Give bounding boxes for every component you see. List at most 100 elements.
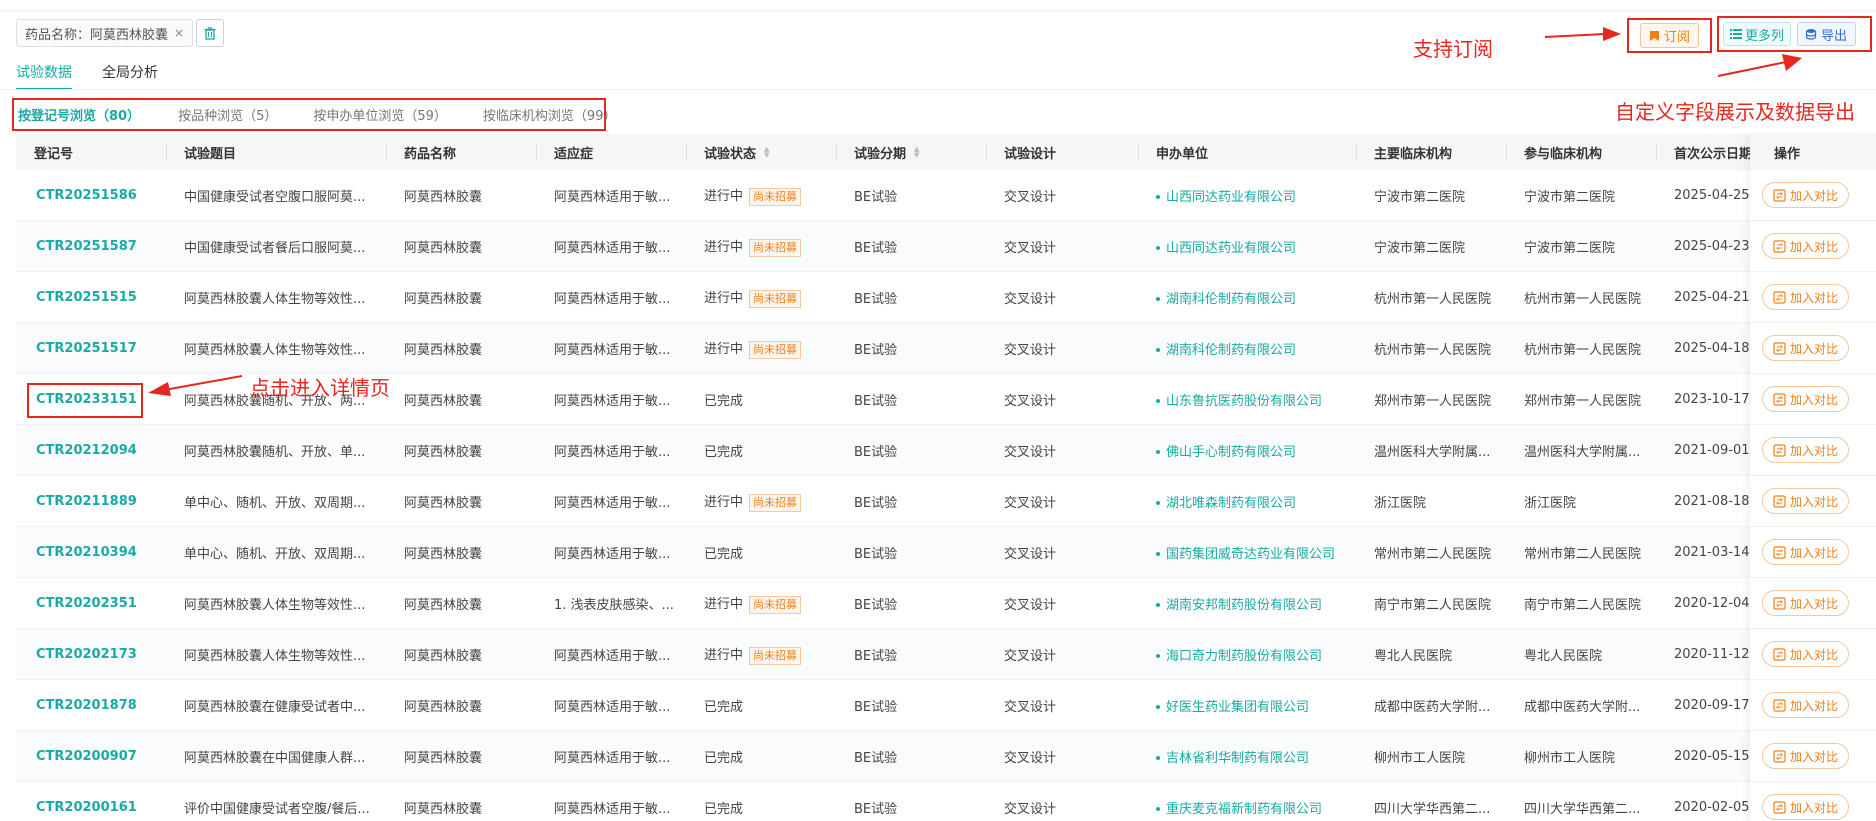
registration-number-link[interactable]: CTR20200907 (16, 749, 166, 764)
add-to-compare-button[interactable]: 加入对比 (1762, 182, 1850, 208)
table-row[interactable]: CTR20200907 阿莫西林胶囊在中国健康人群... 阿莫西林胶囊 阿莫西林适用于… (16, 731, 1876, 782)
registration-number-link[interactable]: CTR20210394 (16, 545, 166, 560)
add-to-compare-button[interactable]: 加入对比 (1762, 233, 1850, 259)
table-row[interactable]: CTR20202173 阿莫西林胶囊人体生物等效性... 阿莫西林胶囊 阿莫西林适用于… (16, 629, 1876, 680)
tab-by-variety[interactable]: 按品种浏览（5） (178, 105, 277, 124)
table-row[interactable]: CTR20211889 单中心、随机、开放、双周期... 阿莫西林胶囊 阿莫西林适用于… (16, 476, 1876, 527)
close-icon[interactable]: × (174, 26, 184, 40)
sponsor-link[interactable]: 湖南科伦制药有限公司 (1138, 288, 1356, 307)
registration-number-link[interactable]: CTR20251586 (16, 188, 166, 203)
sponsor-name: 国药集团威奇达药业有限公司 (1166, 546, 1336, 562)
filter-tag-drug-name[interactable]: 药品名称：阿莫西林胶囊 × (16, 19, 194, 47)
status-cell: 进行中 尚未招募 (686, 236, 836, 257)
compare-icon (1773, 290, 1786, 304)
col-header-phase[interactable]: 试验分期 ▲ ▼ (836, 134, 986, 170)
phase-cell: BE试验 (854, 699, 898, 715)
sponsor-link[interactable]: 佛山手心制药有限公司 (1138, 441, 1356, 460)
trial-title-cell: 阿莫西林胶囊人体生物等效性... (184, 648, 366, 664)
registration-number-link[interactable]: CTR20211889 (16, 494, 166, 509)
col-header-status[interactable]: 试验状态 ▲ ▼ (686, 134, 836, 170)
phase-cell: BE试验 (854, 546, 898, 562)
add-to-compare-button[interactable]: 加入对比 (1762, 794, 1850, 820)
col-header-indication: 适应症 (536, 134, 686, 170)
tab-by-sponsor[interactable]: 按申办单位浏览（59） (313, 105, 447, 124)
registration-number-link[interactable]: CTR20251587 (16, 239, 166, 254)
table-row[interactable]: CTR20251515 阿莫西林胶囊人体生物等效性... 阿莫西林胶囊 阿莫西林适用于… (16, 272, 1876, 323)
main-site-cell: 南宁市第二人民医院 (1374, 597, 1492, 613)
clear-filter-button[interactable] (196, 19, 224, 47)
table-row[interactable]: CTR20212094 阿莫西林胶囊随机、开放、单... 阿莫西林胶囊 阿莫西林适用于… (16, 425, 1876, 476)
bullet-icon (1156, 399, 1160, 403)
sponsor-link[interactable]: 湖南安邦制药股份有限公司 (1138, 594, 1356, 613)
sponsor-link[interactable]: 重庆麦克福新制药有限公司 (1138, 798, 1356, 817)
add-to-compare-button[interactable]: 加入对比 (1762, 539, 1850, 565)
tab-trial-data[interactable]: 试验数据 (16, 62, 72, 90)
main-site-cell: 粤北人民医院 (1374, 648, 1453, 664)
bullet-icon (1156, 450, 1160, 454)
registration-number-link[interactable]: CTR20212094 (16, 443, 166, 458)
tab-by-clinical-site[interactable]: 按临床机构浏览（99） (483, 105, 617, 124)
add-to-compare-button[interactable]: 加入对比 (1762, 488, 1850, 514)
add-to-compare-button[interactable]: 加入对比 (1762, 437, 1850, 463)
tab-global-analysis[interactable]: 全局分析 (102, 62, 158, 90)
add-to-compare-button[interactable]: 加入对比 (1762, 743, 1850, 769)
add-to-compare-button[interactable]: 加入对比 (1762, 335, 1850, 361)
sponsor-link[interactable]: 好医生药业集团有限公司 (1138, 696, 1356, 715)
table-row[interactable]: CTR20251587 中国健康受试者餐后口服阿莫... 阿莫西林胶囊 阿莫西林适用于… (16, 221, 1876, 272)
export-button[interactable]: 导出 (1797, 22, 1857, 46)
sponsor-name: 湖北唯森制药有限公司 (1166, 495, 1297, 511)
add-to-compare-label: 加入对比 (1790, 647, 1839, 662)
add-to-compare-button[interactable]: 加入对比 (1762, 590, 1850, 616)
add-to-compare-label: 加入对比 (1790, 596, 1839, 611)
table-row[interactable]: CTR20251517 阿莫西林胶囊人体生物等效性... 阿莫西林胶囊 阿莫西林适用于… (16, 323, 1876, 374)
table-row[interactable]: CTR20200161 评价中国健康受试者空腹/餐后... 阿莫西林胶囊 阿莫西林适用… (16, 782, 1876, 821)
sort-icon[interactable]: ▲ ▼ (764, 146, 769, 159)
design-cell: 交叉设计 (1004, 699, 1057, 715)
sponsor-name: 山西同达药业有限公司 (1166, 240, 1297, 256)
sponsor-link[interactable]: 湖北唯森制药有限公司 (1138, 492, 1356, 511)
tab-by-registration[interactable]: 按登记号浏览（80） (18, 105, 140, 124)
add-to-compare-button[interactable]: 加入对比 (1762, 641, 1850, 667)
table-row[interactable]: CTR20202351 阿莫西林胶囊人体生物等效性... 阿莫西林胶囊 1. 浅表皮肤… (16, 578, 1876, 629)
main-site-cell: 杭州市第一人民医院 (1374, 342, 1492, 358)
registration-number-link[interactable]: CTR20202351 (16, 596, 166, 611)
add-to-compare-button[interactable]: 加入对比 (1762, 386, 1850, 412)
bullet-icon (1156, 756, 1160, 760)
sites-cell: 杭州市第一人民医院 (1524, 342, 1642, 358)
table-body: CTR20251586 中国健康受试者空腹口服阿莫... 阿莫西林胶囊 阿莫西林适用于… (16, 170, 1876, 821)
add-to-compare-button[interactable]: 加入对比 (1762, 692, 1850, 718)
registration-number-link[interactable]: CTR20201878 (16, 698, 166, 713)
registration-number-link[interactable]: CTR20251515 (16, 290, 166, 305)
sponsor-link[interactable]: 海口奇力制药股份有限公司 (1138, 645, 1356, 664)
sponsor-link[interactable]: 山东鲁抗医药股份有限公司 (1138, 390, 1356, 409)
design-cell: 交叉设计 (1004, 342, 1057, 358)
registration-number-link[interactable]: CTR20202173 (16, 647, 166, 662)
sponsor-link[interactable]: 国药集团威奇达药业有限公司 (1138, 543, 1356, 562)
status-cell: 已完成 (686, 390, 836, 409)
sponsor-link[interactable]: 山西同达药业有限公司 (1138, 186, 1356, 205)
status-cell: 进行中 尚未招募 (686, 185, 836, 206)
main-tabs: 试验数据 全局分析 (16, 62, 188, 90)
sponsor-link[interactable]: 吉林省利华制药有限公司 (1138, 747, 1356, 766)
subscribe-button[interactable]: 订阅 (1639, 23, 1699, 48)
sort-icon[interactable]: ▲ ▼ (914, 146, 919, 159)
design-cell: 交叉设计 (1004, 240, 1057, 256)
table-row[interactable]: CTR20251586 中国健康受试者空腹口服阿莫... 阿莫西林胶囊 阿莫西林适用于… (16, 170, 1876, 221)
main-site-cell: 成都中医药大学附... (1374, 699, 1491, 715)
phase-cell: BE试验 (854, 648, 898, 664)
add-to-compare-button[interactable]: 加入对比 (1762, 284, 1850, 310)
main-site-cell: 常州市第二人民医院 (1374, 546, 1492, 562)
table-row[interactable]: CTR20210394 单中心、随机、开放、双周期... 阿莫西林胶囊 阿莫西林适用于… (16, 527, 1876, 578)
registration-number-link[interactable]: CTR20200161 (16, 800, 166, 815)
sponsor-link[interactable]: 湖南科伦制药有限公司 (1138, 339, 1356, 358)
design-cell: 交叉设计 (1004, 393, 1057, 409)
operation-cell: 加入对比 (1750, 629, 1876, 680)
drug-name-cell: 阿莫西林胶囊 (404, 291, 483, 307)
design-cell: 交叉设计 (1004, 291, 1057, 307)
more-columns-button[interactable]: 更多列 (1723, 22, 1792, 46)
compare-icon (1773, 800, 1786, 814)
table-row[interactable]: CTR20201878 阿莫西林胶囊在健康受试者中... 阿莫西林胶囊 阿莫西林适用于… (16, 680, 1876, 731)
status-cell: 进行中 尚未招募 (686, 593, 836, 614)
sponsor-link[interactable]: 山西同达药业有限公司 (1138, 237, 1356, 256)
registration-number-link[interactable]: CTR20251517 (16, 341, 166, 356)
